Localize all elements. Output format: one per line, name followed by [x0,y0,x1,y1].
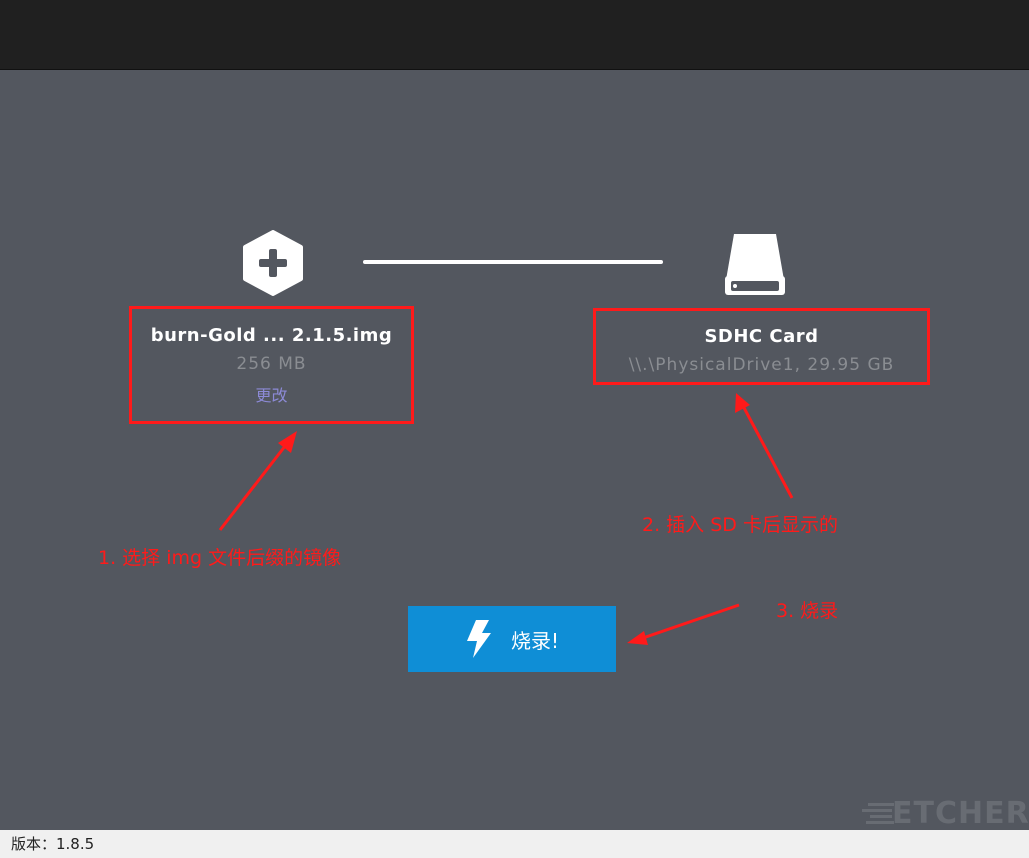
drive-icon[interactable] [722,230,788,298]
version-label: 版本：1.8.5 [11,835,95,853]
logo-speed-lines-icon [862,803,894,824]
annotation-step2: 2. 插入 SD 卡后显示的 [642,514,838,536]
annotation-step3: 3. 烧录 [776,600,839,622]
flash-button[interactable]: 烧录! [408,606,616,672]
lightning-icon [466,620,491,658]
step-connector-line [363,260,663,264]
annotation-step1: 1. 选择 img 文件后缀的镜像 [98,547,342,569]
drive-selection-panel: SDHC Card \\.\PhysicalDrive1, 29.95 GB [593,308,930,385]
image-size: 256 MB [236,354,307,374]
drive-detail: \\.\PhysicalDrive1, 29.95 GB [628,355,895,375]
image-selection-panel: burn-Gold ... 2.1.5.img 256 MB 更改 [129,306,414,424]
window-titlebar [0,0,1029,70]
drive-name[interactable]: SDHC Card [596,326,927,347]
flash-button-label: 烧录! [510,628,560,653]
status-bar: 版本：1.8.5 [0,830,1029,858]
etcher-logo: ETCHER [862,796,1029,831]
image-filename: burn-Gold ... 2.1.5.img [150,325,393,346]
plus-hexagon-icon[interactable] [242,230,304,296]
change-image-link[interactable]: 更改 [255,382,287,406]
main-panel [0,70,1029,830]
logo-text: ETCHER [892,796,1029,831]
